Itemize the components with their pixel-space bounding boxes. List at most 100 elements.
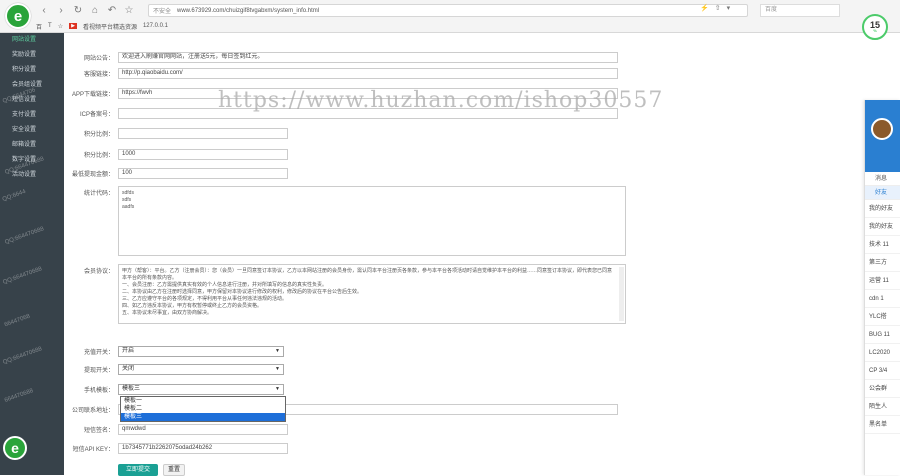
- form-row: 提现开关： 关闭 ▼: [64, 364, 284, 375]
- sidebar-item-payment[interactable]: 支付设置: [0, 108, 64, 123]
- watermark-text: QQ:6644: [1, 189, 27, 203]
- list-item[interactable]: CP 3/4: [865, 362, 900, 380]
- list-item[interactable]: BUG 11: [865, 326, 900, 344]
- form-label: 积分比例：: [83, 153, 114, 159]
- list-item[interactable]: 第三方: [865, 254, 900, 272]
- list-item[interactable]: 我的好友: [865, 200, 900, 218]
- sidebar-item-site-settings[interactable]: 网站设置: [0, 33, 64, 48]
- form-row: 短信API KEY： 1b7345771b2262075odad24b262: [64, 443, 288, 454]
- sidebar-item-reward[interactable]: 奖励设置: [0, 48, 64, 63]
- toolbar-icons: ⚡ ⇧ ▾: [700, 4, 730, 12]
- speed-unit: %: [873, 28, 877, 33]
- bookmark-icon: ▶: [69, 23, 77, 29]
- template-dropdown-list: 模板一 模板二 模板三: [120, 396, 286, 422]
- watermark-text: QQ:664470688: [4, 226, 45, 246]
- bookmark-item[interactable]: ☆: [58, 23, 63, 30]
- form-label: 公司联系地址：: [71, 408, 114, 414]
- agreement-text: 甲方（帮客）：平台。乙方（注册会员）：您（会员）一旦同意签订本协议，乙方以本网站…: [122, 268, 613, 316]
- form-row: 积分比例： 1000: [64, 149, 288, 160]
- list-item[interactable]: 技术 11: [865, 236, 900, 254]
- form-label: 提现开关：: [83, 368, 114, 374]
- sidebar-item-points[interactable]: 积分设置: [0, 63, 64, 78]
- form-label: 短信API KEY：: [72, 447, 114, 453]
- list-item[interactable]: 我的好友: [865, 218, 900, 236]
- service-link-input[interactable]: http://p.qiaobaidu.com/: [118, 68, 618, 79]
- form-label: 会员协议：: [83, 269, 114, 275]
- sms-api-key-input[interactable]: 1b7345771b2262075odad24b262: [118, 443, 288, 454]
- bookmark-item[interactable]: T: [48, 23, 52, 29]
- dropdown-option[interactable]: 模板一: [121, 397, 285, 405]
- speed-badge[interactable]: 15%: [862, 14, 888, 40]
- form-row: 手机模板： 模板三 ▼: [64, 384, 284, 395]
- watermark-url: https://www.huzhan.com/ishop30557: [218, 88, 664, 113]
- back-icon[interactable]: ‹: [37, 3, 51, 17]
- notice-input[interactable]: 欢迎进入刷赚官网网站，注册送5元，每日签到红元。: [118, 52, 618, 63]
- sms-signature-input[interactable]: qmwdwd: [118, 424, 288, 435]
- form-label: 最低提现金额：: [71, 172, 114, 178]
- tab-friends[interactable]: 好友: [865, 186, 900, 200]
- home-icon[interactable]: ⌂: [88, 3, 102, 17]
- browser-logo-icon: e: [5, 3, 31, 29]
- search-input[interactable]: 百度: [760, 4, 840, 17]
- form-label: APP下载链接：: [71, 92, 114, 98]
- sidebar-item-security[interactable]: 安全设置: [0, 123, 64, 138]
- share-icon[interactable]: ⇧: [715, 4, 721, 12]
- textarea-line: sdfs: [122, 197, 132, 203]
- reset-button[interactable]: 重置: [163, 464, 185, 476]
- min-withdraw-input[interactable]: 100: [118, 168, 288, 179]
- chevron-down-icon: ▼: [275, 366, 280, 372]
- list-item[interactable]: 公会群: [865, 380, 900, 398]
- chevron-down-icon: ▼: [275, 386, 280, 392]
- chevron-down-icon: ▼: [275, 348, 280, 354]
- list-item[interactable]: LC2020: [865, 344, 900, 362]
- browser-chrome: ‹ › ↻ ⌂ ↶ ☆ 不安全 www.673929.com/chuizgif8…: [0, 0, 900, 33]
- agreement-textarea[interactable]: 甲方（帮客）：平台。乙方（注册会员）：您（会员）一旦同意签订本协议，乙方以本网站…: [118, 264, 626, 324]
- dropdown-option-selected[interactable]: 模板三: [121, 413, 285, 421]
- form-row: 积分比例：: [64, 128, 288, 139]
- forward-icon[interactable]: ›: [54, 3, 68, 17]
- form-row: 充值开关： 开启 ▼: [64, 346, 284, 357]
- form-label: 充值开关：: [83, 350, 114, 356]
- save-button[interactable]: 立即提交: [118, 464, 158, 476]
- watermark-text: QQ:664470688: [2, 346, 43, 366]
- form-label: 手机模板：: [83, 388, 114, 394]
- list-item[interactable]: cdn 1: [865, 290, 900, 308]
- points-ratio-input[interactable]: [118, 128, 288, 139]
- form-label: ICP备案号：: [79, 112, 114, 118]
- undo-icon[interactable]: ↶: [105, 3, 119, 17]
- stats-code-textarea[interactable]: sdfds sdfs aadfs: [118, 186, 626, 256]
- list-item[interactable]: 黑名单: [865, 416, 900, 434]
- form-row: 会员协议： 甲方（帮客）：平台。乙方（注册会员）：您（会员）一旦同意签订本协议，…: [64, 264, 626, 324]
- bookmark-item[interactable]: 看视频平台精选资源: [83, 22, 137, 31]
- template-select[interactable]: 模板三 ▼: [118, 384, 284, 395]
- tab-messages[interactable]: 消息: [865, 172, 900, 186]
- form-label: 积分比例：: [83, 132, 114, 138]
- form-row: 短信签名： qmwdwd: [64, 424, 288, 435]
- form-row: 客服链接： http://p.qiaobaidu.com/: [64, 68, 618, 79]
- sidebar-item-email[interactable]: 邮箱设置: [0, 138, 64, 153]
- list-item[interactable]: 运营 11: [865, 272, 900, 290]
- textarea-line: aadfs: [122, 204, 135, 210]
- bookmarks-bar: 百 T ☆ ▶ 看视频平台精选资源 127.0.0.1: [0, 20, 700, 32]
- form-row: 统计代码： sdfds sdfs aadfs: [64, 186, 626, 256]
- dropdown-icon[interactable]: ▾: [727, 4, 731, 12]
- recharge-select[interactable]: 开启 ▼: [118, 346, 284, 357]
- address-bar[interactable]: 不安全 www.673929.com/chuizgif8tvgabxm/syst…: [148, 4, 748, 17]
- security-label: 不安全: [153, 9, 172, 15]
- list-item[interactable]: 陌生人: [865, 398, 900, 416]
- scrollbar[interactable]: [619, 267, 624, 321]
- dropdown-option[interactable]: 模板二: [121, 405, 285, 413]
- withdraw-select[interactable]: 关闭 ▼: [118, 364, 284, 375]
- form-label: 短信签名：: [83, 428, 114, 434]
- watermark-text: 664470688: [3, 388, 35, 404]
- lightning-icon[interactable]: ⚡: [700, 4, 709, 12]
- reload-icon[interactable]: ↻: [71, 3, 85, 17]
- points-ratio-input[interactable]: 1000: [118, 149, 288, 160]
- form-row: 最低提现金额： 100: [64, 168, 288, 179]
- list-item[interactable]: YLC搭: [865, 308, 900, 326]
- bookmark-item[interactable]: 127.0.0.1: [143, 23, 168, 29]
- star-icon[interactable]: ☆: [122, 3, 136, 17]
- avatar[interactable]: [871, 118, 893, 140]
- bookmark-item[interactable]: 百: [36, 22, 42, 31]
- form-label: 统计代码：: [83, 191, 114, 197]
